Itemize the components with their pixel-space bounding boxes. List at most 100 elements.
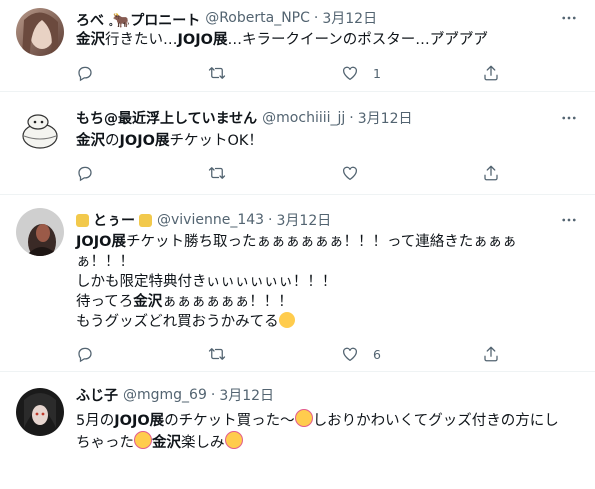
tweet[interactable]: とぅー @vivienne_143 · 3月12日 JOJO展チケット勝ち取った…	[0, 195, 595, 372]
avatar[interactable]	[16, 8, 64, 56]
text-segment: …キラークイーンのポスター…ア゙ア゙ア゙ア゙	[227, 32, 488, 48]
tweet-text: 金沢のJOJO展チケットOK！	[76, 131, 579, 151]
text-line: しかも限定特典付きぃぃぃぃぃぃ！！！	[76, 272, 579, 292]
share-button[interactable]	[482, 162, 500, 184]
avatar[interactable]	[16, 106, 64, 154]
like-count: 6	[373, 346, 381, 362]
like-icon	[342, 166, 358, 181]
tweet-text: JOJO展チケット勝ち取ったぁぁぁぁぁぁ！！！って連絡きたぁぁぁ ぁ！！！ しか…	[76, 232, 579, 332]
reply-icon	[78, 66, 92, 82]
more-button[interactable]	[557, 6, 581, 30]
text-segment: 金沢	[152, 435, 181, 451]
retweet-button[interactable]	[208, 343, 240, 365]
reply-icon	[78, 166, 92, 182]
tweet-text: 5月のJOJO展のチケット買った〜 しおりかわいくてグッズ付きの方にし ちゃった 金…	[76, 409, 579, 453]
separator-dot: ·	[349, 110, 354, 126]
like-icon	[342, 66, 358, 81]
text-segment: しかも限定特典付きぃぃぃぃぃぃ！！！	[76, 274, 337, 290]
text-line: ちゃった 金沢楽しみ	[76, 431, 579, 453]
display-name[interactable]: ふじ子	[76, 385, 118, 405]
retweet-icon	[208, 348, 226, 360]
timestamp[interactable]: 3月12日	[219, 385, 274, 405]
separator-dot: ·	[313, 10, 319, 26]
display-name[interactable]: もち@最近浮上していません	[76, 108, 257, 128]
avatar-image	[16, 388, 64, 436]
tweet-header: とぅー @vivienne_143 · 3月12日	[76, 210, 555, 230]
text-line: 金沢行きたい…JOJO展…キラークイーンのポスター…ア゙ア゙ア゙ア゙	[76, 30, 579, 50]
share-button[interactable]	[482, 62, 500, 84]
timestamp[interactable]: 3月12日	[358, 108, 413, 128]
text-segment: 金沢	[133, 294, 163, 310]
handle[interactable]: @Roberta_NPC	[205, 10, 310, 26]
handle[interactable]: @vivienne_143	[157, 212, 264, 228]
crown-emoji-icon	[139, 213, 152, 227]
tweet-header: もち@最近浮上していません @mochiiii_jj · 3月12日	[76, 108, 555, 128]
handle[interactable]: @mgmg_69	[123, 387, 207, 403]
more-icon	[562, 116, 576, 120]
retweet-button[interactable]	[208, 62, 240, 84]
text-segment: もうグッズどれ買おうかみてる	[76, 314, 279, 330]
crown-emoji-icon	[76, 213, 89, 227]
timeline-feed: ろべ 𓈒🐂プロニート @Roberta_NPC · 3月12日 金沢行きたい…J…	[0, 0, 595, 489]
avatar[interactable]	[16, 208, 64, 256]
tweet-actions	[76, 162, 516, 184]
text-segment: 金沢	[76, 32, 105, 48]
display-name[interactable]: ろべ 𓈒🐂プロニート	[76, 6, 200, 30]
text-segment: しおりかわいくてグッズ付きの方にし	[312, 413, 559, 429]
tweet[interactable]: ろべ 𓈒🐂プロニート @Roberta_NPC · 3月12日 金沢行きたい…J…	[0, 0, 595, 92]
party-face-emoji-icon	[294, 409, 313, 427]
text-segment: チケット勝ち取ったぁぁぁぁぁぁ！！！って連絡きたぁぁぁ	[125, 234, 517, 250]
more-button[interactable]	[557, 106, 581, 130]
reply-button[interactable]	[76, 62, 108, 84]
text-segment: ちゃった	[76, 435, 134, 451]
text-segment: JOJO展	[114, 413, 165, 429]
text-segment: チケットOK！	[169, 133, 263, 149]
tweet[interactable]: ふじ子 @mgmg_69 · 3月12日 5月のJOJO展のチケット買った〜 しお…	[0, 372, 595, 489]
timestamp[interactable]: 3月12日	[322, 8, 377, 28]
reply-button[interactable]	[76, 162, 108, 184]
tweet[interactable]: もち@最近浮上していません @mochiiii_jj · 3月12日 金沢のJO…	[0, 92, 595, 195]
share-button[interactable]	[482, 343, 500, 365]
like-button[interactable]: 6	[341, 343, 381, 365]
handle[interactable]: @mochiiii_jj	[262, 110, 345, 126]
party-face-emoji-icon	[134, 431, 152, 449]
text-segment: のチケット買った〜	[164, 413, 295, 429]
timestamp[interactable]: 3月12日	[277, 210, 332, 230]
retweet-button[interactable]	[208, 162, 240, 184]
text-line: もうグッズどれ買おうかみてる	[76, 312, 579, 332]
share-icon	[484, 65, 498, 81]
separator-dot: ·	[210, 387, 216, 403]
tweet-actions: 6	[76, 343, 516, 365]
text-segment: 5月の	[76, 413, 115, 429]
separator-dot: ·	[268, 212, 273, 228]
text-segment: 行きたい…	[105, 32, 178, 48]
text-segment: ぁぁぁぁぁぁ！！！	[162, 294, 293, 310]
text-segment: の	[105, 133, 120, 149]
tweet-header: ふじ子 @mgmg_69 · 3月12日	[76, 385, 555, 405]
more-button[interactable]	[557, 208, 581, 232]
retweet-icon	[208, 67, 226, 79]
text-line: 5月のJOJO展のチケット買った〜 しおりかわいくてグッズ付きの方にし	[76, 409, 579, 431]
share-icon	[484, 346, 498, 362]
text-segment: 楽しみ	[181, 435, 225, 451]
avatar-image	[16, 8, 64, 56]
avatar[interactable]	[16, 388, 64, 436]
reply-button[interactable]	[76, 343, 108, 365]
text-line: ぁ！！！	[76, 252, 579, 272]
retweet-icon	[208, 167, 226, 179]
avatar-image	[16, 106, 64, 154]
more-icon	[562, 218, 576, 222]
tweet-text: 金沢行きたい…JOJO展…キラークイーンのポスター…ア゙ア゙ア゙ア゙	[76, 30, 579, 50]
text-segment: JOJO展	[177, 32, 228, 48]
text-line: JOJO展チケット勝ち取ったぁぁぁぁぁぁ！！！って連絡きたぁぁぁ	[76, 232, 579, 252]
hugging-face-emoji-icon	[278, 312, 295, 328]
like-button[interactable]	[341, 162, 373, 184]
display-name[interactable]: とぅー	[93, 210, 135, 230]
text-segment: JOJO展	[119, 133, 170, 149]
text-segment: 待ってろ	[76, 294, 134, 310]
text-line: 金沢のJOJO展チケットOK！	[76, 131, 579, 151]
text-segment: JOJO展	[76, 234, 126, 250]
reply-icon	[78, 347, 92, 363]
tweet-header: ろべ 𓈒🐂プロニート @Roberta_NPC · 3月12日	[76, 6, 555, 30]
like-button[interactable]: 1	[341, 62, 381, 84]
